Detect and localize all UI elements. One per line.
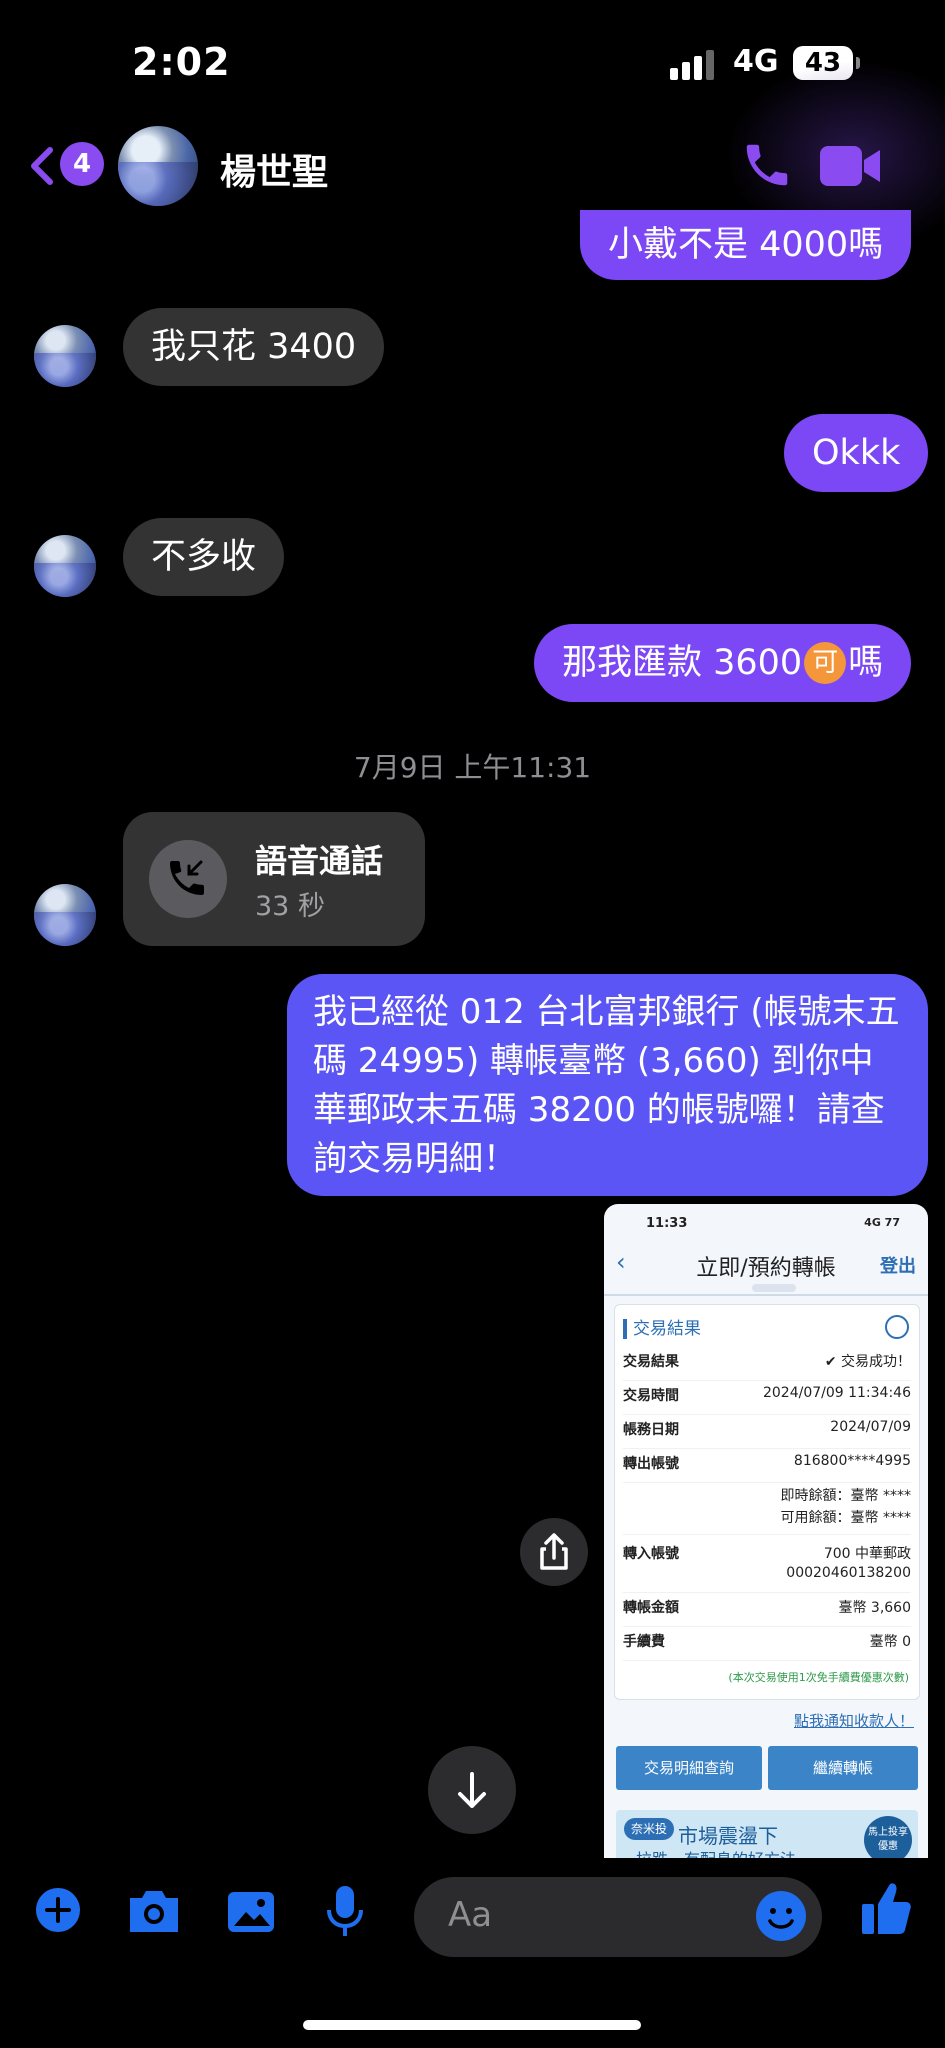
emoji-icon[interactable] xyxy=(754,1889,808,1943)
shot-row: 轉出帳號 816800****4995 xyxy=(623,1453,911,1483)
home-indicator xyxy=(303,2020,641,2030)
shot-row: 可用餘額：臺幣 **** xyxy=(623,1507,911,1535)
status-time: 2:02 xyxy=(132,40,231,84)
shot-status-right: 4G 77 xyxy=(864,1216,900,1229)
shot-ad-text: 市場震盪下 xyxy=(678,1824,778,1848)
phone-call-icon[interactable] xyxy=(740,138,794,192)
contact-avatar[interactable] xyxy=(118,126,198,206)
shot-page-indicator xyxy=(752,1284,796,1292)
shot-ad-badge: 馬上投享優惠 xyxy=(864,1816,912,1858)
shot-row: 交易時間 2024/07/09 11:34:46 xyxy=(623,1385,911,1415)
signal-icon xyxy=(670,50,718,80)
scroll-to-bottom-button[interactable] xyxy=(428,1746,516,1834)
emoji-ke: 可 xyxy=(804,642,847,684)
shot-continue-button: 繼續轉帳 xyxy=(768,1746,918,1790)
thumbs-up-icon[interactable] xyxy=(860,1880,912,1936)
image-attachment[interactable]: 11:33 4G 77 ‹ 立即/預約轉帳 登出 交易結果 交易結果 ✔ 交易成功… xyxy=(604,1204,928,1858)
shot-ad-banner: 奈米投 市場震盪下 拉跌，有配息的好方法 馬上投享優惠 xyxy=(616,1810,918,1858)
message-incoming[interactable]: 不多收 xyxy=(123,518,285,596)
message-text: 我只花 3400 xyxy=(151,327,357,367)
sender-avatar[interactable] xyxy=(34,884,96,946)
call-title: 語音通話 xyxy=(255,842,384,880)
shot-notify-link: 點我通知收款人！ xyxy=(793,1712,914,1730)
message-text: 嗎 xyxy=(848,643,884,683)
arrow-down-icon xyxy=(458,1772,486,1808)
plus-icon[interactable] xyxy=(34,1886,82,1934)
missed-call-icon xyxy=(149,840,227,918)
microphone-icon[interactable] xyxy=(324,1884,366,1938)
shot-section-title: 交易結果 xyxy=(623,1319,701,1339)
shot-ad-sub: 拉跌，有配息的好方法 xyxy=(636,1846,796,1858)
shot-row: 00020460138200 xyxy=(623,1565,911,1593)
timestamp: 7月9日 上午11:31 xyxy=(353,751,592,784)
unread-badge: 4 xyxy=(60,142,104,186)
shot-time: 11:33 xyxy=(646,1216,688,1231)
sender-avatar[interactable] xyxy=(34,325,96,387)
message-input-placeholder: Aa xyxy=(448,1895,493,1935)
camera-icon[interactable] xyxy=(126,1888,182,1934)
message-outgoing-long[interactable]: 我已經從 012 台北富邦銀行 (帳號末五碼 24995) 轉帳臺幣 (3,66… xyxy=(287,974,928,1196)
shot-row: 轉帳金額 臺幣 3,660 xyxy=(623,1597,911,1627)
shot-row: 帳務日期 2024/07/09 xyxy=(623,1419,911,1449)
shot-row: 即時餘額：臺幣 **** xyxy=(780,1488,911,1504)
chevron-left-icon xyxy=(31,147,53,185)
sender-avatar[interactable] xyxy=(34,535,96,597)
messenger-chat-screen: 2:02 4G 43 4 楊世聖 小戴不是 4000嗎 我只花 3400 Okk… xyxy=(0,0,945,2048)
message-outgoing[interactable]: 小戴不是 4000嗎 xyxy=(580,210,912,280)
message-incoming[interactable]: 我只花 3400 xyxy=(123,308,385,386)
shot-status-bar: 11:33 4G 77 xyxy=(604,1204,928,1240)
shot-row: 轉入帳號 700 中華郵政 xyxy=(623,1546,911,1562)
message-text: Okkk xyxy=(812,433,901,473)
message-text: 不多收 xyxy=(151,537,257,577)
shot-row: 手續費 臺幣 0 xyxy=(623,1631,911,1661)
shot-ad-logo: 奈米投 xyxy=(624,1818,674,1840)
video-call-icon[interactable] xyxy=(820,144,882,188)
voice-call-card[interactable]: 語音通話 33 秒 xyxy=(123,812,425,946)
shot-note: (本次交易使用1次免手續費優惠次數) xyxy=(728,1671,909,1684)
message-text: 那我匯款 3600 xyxy=(562,643,803,683)
back-button[interactable]: 4 xyxy=(26,140,104,192)
shot-row: 交易結果 ✔ 交易成功！ xyxy=(623,1351,911,1381)
message-outgoing[interactable]: 那我匯款 3600 可嗎 xyxy=(534,624,912,702)
message-outgoing[interactable]: Okkk xyxy=(784,414,929,492)
user-icon xyxy=(885,1315,909,1339)
gallery-icon[interactable] xyxy=(226,1890,276,1934)
shot-result-card: 交易結果 交易結果 ✔ 交易成功！ 交易時間 2024/07/09 11:34:46… xyxy=(614,1304,920,1700)
shot-logout: 登出 xyxy=(880,1256,916,1277)
call-duration: 33 秒 xyxy=(255,891,325,922)
share-icon xyxy=(540,1533,568,1570)
message-text: 小戴不是 4000嗎 xyxy=(608,225,884,265)
contact-name[interactable]: 楊世聖 xyxy=(220,143,328,195)
shot-nav: ‹ 立即/預約轉帳 登出 xyxy=(604,1240,928,1296)
message-input[interactable]: Aa xyxy=(414,1877,822,1957)
share-button[interactable] xyxy=(520,1518,588,1586)
shot-detail-button: 交易明細查詢 xyxy=(616,1746,762,1790)
